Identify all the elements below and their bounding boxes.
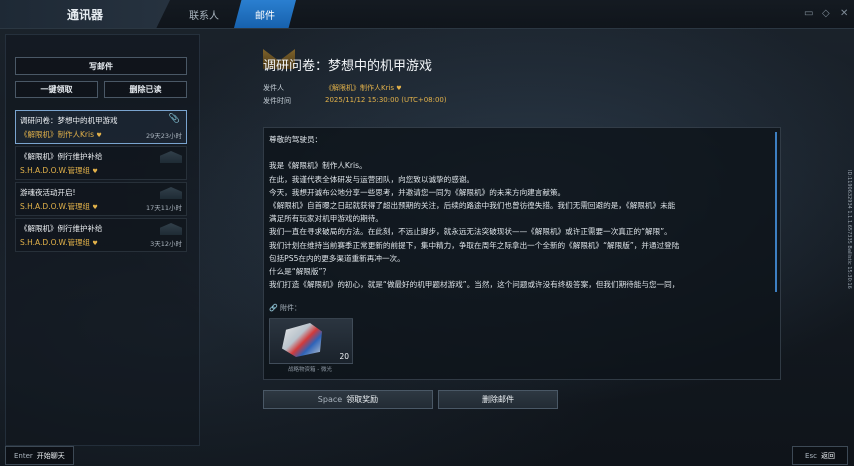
enter-key-hint: Enter — [14, 451, 33, 460]
attachment-name: 战略物资箱 - 微光 — [288, 367, 332, 373]
mail-item-title: 调研问卷：梦想中的机甲游戏 — [20, 116, 118, 125]
mail-item-title: 《解限机》例行维护补给 — [20, 152, 103, 161]
mail-item-title: 《解限机》例行维护补给 — [20, 224, 103, 233]
mail-item-sender: S.H.A.D.O.W.管理组 ♥ — [20, 202, 98, 211]
sender-value: 《解限机》制作人Kris ♥ — [325, 84, 402, 92]
body-line: 我是《解限机》制作人Kris。 — [269, 161, 367, 171]
content-scrollbar[interactable] — [775, 132, 777, 292]
close-icon[interactable]: ✕ — [840, 9, 850, 19]
body-line — [269, 146, 774, 159]
mail-item-expiry: 29天23小时 — [145, 132, 182, 140]
mail-content[interactable]: 尊敬的驾驶员： 我是《解限机》制作人Kris。 在此，我谨代表全体研发与运营团队… — [263, 127, 781, 380]
body-line: 满足所有玩家对机甲游戏的期待。 — [269, 214, 383, 224]
tab-contacts[interactable]: 联系人 — [172, 0, 236, 28]
paperclip-icon: 🔗 — [269, 304, 278, 312]
restore-icon[interactable]: ◇ — [822, 9, 832, 19]
space-key-hint: Space — [317, 395, 343, 404]
mail-item-expiry: 17天11小时 — [145, 204, 182, 212]
envelope-icon — [160, 151, 182, 163]
send-time-value: 2025/11/12 15:30:00 (UTC+08:00) — [325, 96, 447, 104]
start-chat-label: 开始聊天 — [36, 451, 65, 460]
mail-list-item[interactable]: 调研问卷：梦想中的机甲游戏 📎 《解限机》制作人Kris ♥ 29天23小时 — [15, 110, 187, 144]
start-chat-button[interactable]: Enter 开始聊天 — [5, 446, 74, 465]
verified-badge-icon: ♥ — [92, 168, 98, 175]
mail-title: 调研问卷：梦想中的机甲游戏 — [263, 59, 433, 74]
mail-item-title: 游魂夜活动开启! — [20, 188, 76, 197]
body-line: 什么是“解限版”？ — [269, 267, 331, 277]
mail-list-item[interactable]: 《解限机》例行维护补给 S.H.A.D.O.W.管理组 ♥ 3天12小时 — [15, 218, 187, 252]
claim-all-button[interactable]: 一键领取 — [15, 81, 98, 98]
mail-item-sender: S.H.A.D.O.W.管理组 ♥ — [20, 166, 98, 175]
verified-badge-icon: ♥ — [96, 132, 102, 139]
verified-badge-icon: ♥ — [396, 85, 402, 92]
envelope-icon — [160, 187, 182, 199]
minimize-icon[interactable]: ▭ — [804, 9, 814, 19]
body-line: 《解限机》自首曝之日起就获得了超出预期的关注，后续的路途中我们也曾彷徨失措。我们… — [269, 201, 676, 211]
attachment-item[interactable]: 20 — [269, 318, 353, 364]
back-label: 返回 — [820, 451, 835, 460]
attachment-icon: 📎 — [168, 114, 180, 124]
tab-mail[interactable]: 邮件 — [234, 0, 296, 28]
body-line: 在此，我谨代表全体研发与运营团队，向您致以诚挚的感谢。 — [269, 174, 475, 184]
send-time-label: 发件时间 — [263, 97, 291, 105]
mail-item-expiry: 3天12小时 — [150, 240, 182, 248]
mail-item-sender: S.H.A.D.O.W.管理组 ♥ — [20, 238, 98, 247]
body-line: 我们打造《解限机》的初心，就是“做最好的机甲题材游戏”。当然，这个问题或许没有终… — [269, 280, 680, 290]
supply-crate-icon — [282, 323, 322, 357]
mail-list-item[interactable]: 游魂夜活动开启! S.H.A.D.O.W.管理组 ♥ 17天11小时 — [15, 182, 187, 216]
envelope-icon — [160, 223, 182, 235]
verified-badge-icon: ♥ — [92, 240, 98, 247]
body-line: 包括PS5在内的更多渠道重新再冲一次。 — [269, 253, 405, 263]
delete-mail-button[interactable]: 删除邮件 — [438, 390, 558, 409]
back-button[interactable]: Esc 返回 — [792, 446, 848, 465]
body-line: 我们一直在寻求破局的方法。在此刻，不远止脚步，就永远无法突破现状——《解限机》或… — [269, 227, 672, 237]
body-line: 尊敬的驾驶员： — [269, 135, 323, 144]
mail-body: 尊敬的驾驶员： 我是《解限机》制作人Kris。 在此，我谨代表全体研发与运营团队… — [269, 133, 774, 291]
attachment-count: 20 — [339, 352, 349, 361]
body-line: 今天，我想开诚布公地分享一些思考，并邀请您一同为《解限机》的未来方向建言献策。 — [269, 187, 566, 197]
claim-reward-label: 领取奖励 — [346, 395, 379, 404]
sender-label: 发件人 — [263, 84, 284, 92]
attachment-label: 🔗 附件： — [269, 304, 301, 312]
mail-list-item[interactable]: 《解限机》例行维护补给 S.H.A.D.O.W.管理组 ♥ — [15, 146, 187, 180]
communicator-title: 通讯器 — [0, 0, 170, 28]
build-info: ID:1190632934 1.1.1.657335 Ballistic 15:… — [846, 170, 852, 289]
top-bar: 通讯器 联系人 邮件 ▭ ◇ ✕ — [0, 0, 854, 29]
body-line: 我们计划在维持当前赛季正常更新的前提下，集中精力，争取在周年之际拿出一个全新的《… — [269, 240, 680, 250]
delete-read-button[interactable]: 删除已读 — [104, 81, 187, 98]
mail-item-sender: 《解限机》制作人Kris ♥ — [20, 130, 102, 139]
verified-badge-icon: ♥ — [92, 204, 98, 211]
esc-key-hint: Esc — [805, 451, 817, 460]
claim-reward-button[interactable]: Space 领取奖励 — [263, 390, 433, 409]
write-mail-button[interactable]: 写邮件 — [15, 57, 187, 75]
